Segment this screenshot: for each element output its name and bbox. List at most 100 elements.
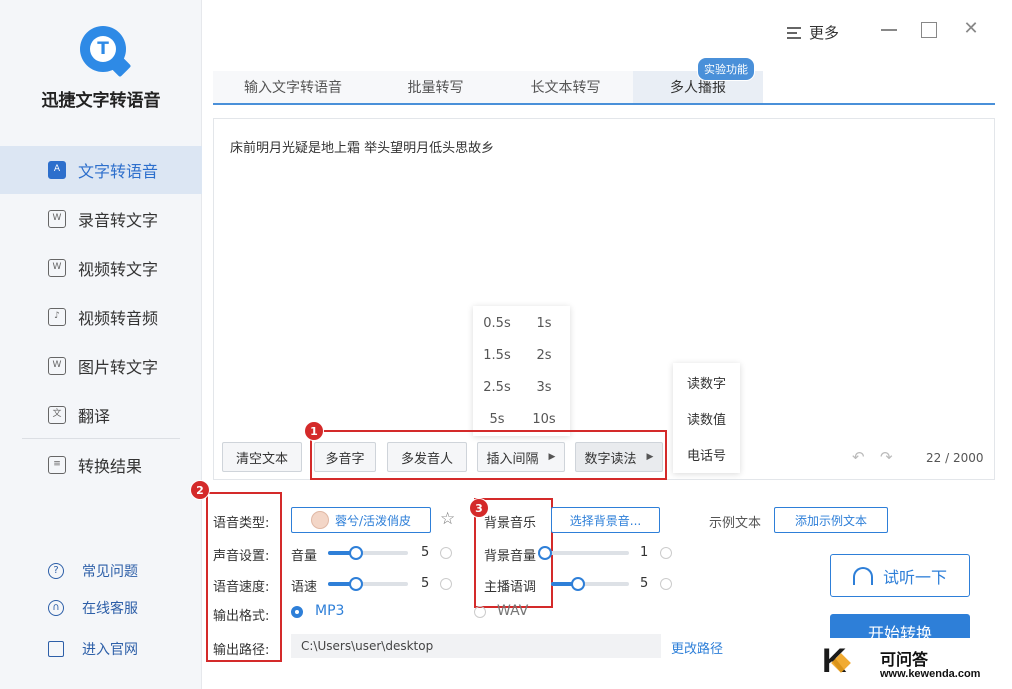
mp3-radio[interactable] bbox=[291, 606, 303, 618]
watermark-url: www.kewenda.com bbox=[880, 668, 981, 680]
sidebar-item-translate[interactable]: 文 翻译 bbox=[0, 391, 202, 439]
footer-link-support[interactable]: ∩ 在线客服 bbox=[48, 598, 138, 618]
speed-sub-label: 语速 bbox=[291, 580, 318, 595]
interval-option[interactable]: 2s bbox=[524, 348, 564, 363]
listen-button[interactable]: 试听一下 bbox=[830, 554, 970, 597]
question-icon: ? bbox=[48, 563, 64, 579]
select-bgm-button[interactable]: 选择背景音... bbox=[551, 507, 660, 533]
sidebar-divider bbox=[22, 438, 180, 439]
volume-value: 5 bbox=[421, 545, 430, 560]
sidebar-item-results[interactable]: ≡ 转换结果 bbox=[0, 441, 202, 489]
sidebar-item-label: 转换结果 bbox=[78, 457, 143, 476]
slider-handle[interactable] bbox=[349, 577, 363, 591]
interval-option[interactable]: 3s bbox=[524, 380, 564, 395]
annotation-box-1 bbox=[310, 430, 667, 480]
tone-value: 5 bbox=[640, 576, 649, 591]
footer-link-faq[interactable]: ? 常见问题 bbox=[48, 561, 138, 581]
watermark-logo: K bbox=[822, 642, 847, 680]
bgm-label: 背景音乐 bbox=[484, 516, 537, 531]
mp3-label: MP3 bbox=[315, 603, 345, 619]
interval-option[interactable]: 1s bbox=[524, 316, 564, 331]
text-editor[interactable]: 床前明月光疑是地上霜 举头望明月低头思故乡 bbox=[213, 118, 995, 480]
app-title: 迅捷文字转语音 bbox=[41, 91, 161, 111]
sound-settings-label: 声音设置: bbox=[213, 549, 270, 564]
undo-icon[interactable]: ↶ bbox=[852, 448, 865, 466]
headphones-icon bbox=[852, 566, 873, 585]
bgm-volume-value: 1 bbox=[640, 545, 649, 560]
interval-popup: 0.5s 1.5s 2.5s 5s 1s 2s 3s 10s bbox=[473, 306, 570, 436]
start-convert-button[interactable]: 开始转换 bbox=[830, 614, 970, 638]
interval-option[interactable]: 1.5s bbox=[477, 348, 517, 363]
experimental-badge: 实验功能 bbox=[697, 57, 755, 81]
text-to-speech-icon: A bbox=[48, 161, 66, 179]
wav-label: WAV bbox=[497, 603, 529, 619]
sidebar-item-video-to-audio[interactable]: ♪ 视频转音频 bbox=[0, 293, 202, 341]
minimize-button[interactable] bbox=[880, 20, 898, 38]
volume-slider[interactable] bbox=[328, 546, 408, 560]
video-to-audio-icon: ♪ bbox=[48, 308, 66, 326]
bgm-volume-label: 背景音量 bbox=[484, 549, 537, 564]
speed-reset-icon[interactable] bbox=[440, 578, 452, 590]
clear-text-button[interactable]: 清空文本 bbox=[222, 442, 302, 472]
number-option[interactable]: 读数字 bbox=[673, 373, 740, 392]
sidebar-item-label: 图片转文字 bbox=[78, 358, 159, 377]
volume-label: 音量 bbox=[291, 549, 318, 564]
close-button[interactable]: ✕ bbox=[962, 20, 980, 38]
sidebar-item-label: 录音转文字 bbox=[78, 211, 159, 230]
sample-text-label: 示例文本 bbox=[709, 516, 762, 531]
footer-link-website[interactable]: 进入官网 bbox=[48, 639, 138, 659]
tab-input-text[interactable]: 输入文字转语音 bbox=[213, 71, 373, 103]
interval-option[interactable]: 0.5s bbox=[477, 316, 517, 331]
translate-icon: 文 bbox=[48, 406, 66, 424]
change-path-link[interactable]: 更改路径 bbox=[671, 638, 723, 657]
sidebar-item-text-to-speech[interactable]: A 文字转语音 bbox=[0, 146, 202, 194]
sidebar-item-label: 视频转音频 bbox=[78, 309, 159, 328]
maximize-button[interactable] bbox=[921, 22, 937, 38]
sidebar-item-video-to-text[interactable]: W 视频转文字 bbox=[0, 244, 202, 292]
app-logo: T bbox=[80, 26, 126, 72]
watermark: K 可问答 www.kewenda.com bbox=[818, 640, 1012, 689]
interval-option[interactable]: 5s bbox=[477, 412, 517, 427]
tab-batch[interactable]: 批量转写 bbox=[373, 71, 498, 103]
output-path-field[interactable]: C:\Users\user\desktop bbox=[291, 634, 661, 658]
redo-icon[interactable]: ↷ bbox=[880, 448, 893, 466]
watermark-text: 可问答 bbox=[880, 650, 929, 669]
sidebar-item-audio-to-text[interactable]: W 录音转文字 bbox=[0, 195, 202, 243]
audio-to-text-icon: W bbox=[48, 210, 66, 228]
voice-type-label: 语音类型: bbox=[213, 516, 270, 531]
more-menu-button[interactable]: 更多 bbox=[787, 22, 839, 43]
slider-handle[interactable] bbox=[349, 546, 363, 560]
menu-icon bbox=[787, 26, 801, 39]
format-label: 输出格式: bbox=[213, 609, 270, 624]
annotation-number-2: 2 bbox=[190, 480, 210, 500]
number-option[interactable]: 读数值 bbox=[673, 409, 740, 428]
tone-label: 主播语调 bbox=[484, 580, 537, 595]
interval-option[interactable]: 2.5s bbox=[477, 380, 517, 395]
tone-reset-icon[interactable] bbox=[660, 578, 672, 590]
output-path-label: 输出路径: bbox=[213, 643, 270, 658]
favorite-star-icon[interactable]: ☆ bbox=[440, 509, 455, 529]
bgm-volume-reset-icon[interactable] bbox=[660, 547, 672, 559]
sidebar-item-label: 文字转语音 bbox=[78, 162, 159, 181]
sidebar: T 迅捷文字转语音 A 文字转语音 W 录音转文字 W 视频转文字 ♪ 视频转音… bbox=[0, 0, 202, 689]
bgm-volume-slider[interactable] bbox=[538, 546, 629, 560]
annotation-number-1: 1 bbox=[304, 421, 324, 441]
slider-handle[interactable] bbox=[571, 577, 586, 591]
sidebar-item-image-to-text[interactable]: W 图片转文字 bbox=[0, 342, 202, 390]
volume-reset-icon[interactable] bbox=[440, 547, 452, 559]
mode-tabs: 输入文字转语音 批量转写 长文本转写 多人播报 bbox=[213, 71, 995, 105]
tone-slider[interactable] bbox=[551, 577, 629, 591]
add-sample-button[interactable]: 添加示例文本 bbox=[774, 507, 888, 533]
wav-radio[interactable] bbox=[474, 606, 486, 618]
speed-slider[interactable] bbox=[328, 577, 408, 591]
sidebar-item-label: 视频转文字 bbox=[78, 260, 159, 279]
number-option[interactable]: 电话号 bbox=[673, 445, 740, 464]
editor-content[interactable]: 床前明月光疑是地上霜 举头望明月低头思故乡 bbox=[230, 137, 494, 156]
voice-select-button[interactable]: 蓉兮/活泼俏皮 bbox=[291, 507, 431, 533]
interval-option[interactable]: 10s bbox=[524, 412, 564, 427]
number-reading-popup: 读数字 读数值 电话号 bbox=[673, 363, 740, 473]
tab-long-text[interactable]: 长文本转写 bbox=[498, 71, 633, 103]
image-to-text-icon: W bbox=[48, 357, 66, 375]
headset-icon: ∩ bbox=[48, 600, 64, 616]
slider-handle[interactable] bbox=[538, 546, 552, 560]
